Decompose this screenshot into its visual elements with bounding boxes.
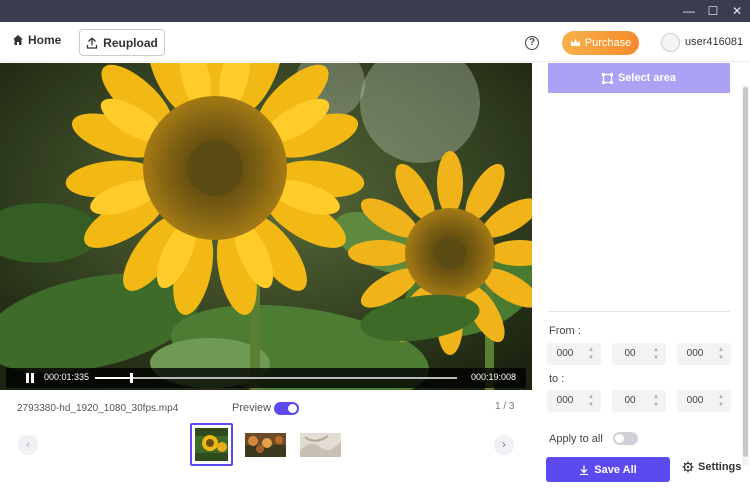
page-indicator: 1 / 3 — [495, 401, 515, 412]
from-seconds-stepper[interactable]: 00 ▲ ▼ — [612, 343, 666, 365]
save-all-label: Save All — [594, 463, 637, 476]
reupload-button[interactable]: Reupload — [79, 29, 165, 56]
gear-icon — [682, 461, 694, 473]
home-label: Home — [28, 33, 62, 47]
stepper-arrows-icon[interactable]: ▲ ▼ — [653, 346, 659, 362]
preview-label: Preview — [232, 402, 272, 414]
thumbnail-sunflower[interactable] — [190, 423, 233, 466]
settings-button[interactable]: Settings — [682, 461, 741, 473]
window-controls: — ☐ ✕ — [682, 0, 744, 22]
thumbnail-flowers[interactable] — [245, 433, 286, 457]
stepper-arrows-icon[interactable]: ▲ ▼ — [588, 393, 594, 409]
window-titlebar: — ☐ ✕ — [0, 0, 750, 22]
from-seconds-value: 00 — [624, 348, 636, 359]
avatar[interactable] — [661, 33, 680, 52]
to-label: to : — [549, 373, 565, 385]
purchase-label: Purchase — [584, 37, 632, 49]
home-icon — [13, 35, 23, 45]
maximize-button[interactable]: ☐ — [706, 0, 720, 22]
to-minutes-stepper[interactable]: 000 ▲ ▼ — [547, 390, 601, 412]
from-minutes-stepper[interactable]: 000 ▲ ▼ — [547, 343, 601, 365]
save-all-button[interactable]: Save All — [546, 457, 670, 482]
upload-icon — [87, 37, 98, 49]
from-label: From : — [549, 325, 581, 337]
playback-controls: 000:01:335 000:19:008 — [6, 368, 526, 388]
from-minutes-value: 000 — [556, 348, 574, 359]
thumbnail-fabric[interactable] — [300, 433, 341, 457]
seek-progress — [95, 377, 132, 379]
prev-arrow-icon[interactable]: ‹ — [18, 435, 38, 455]
file-strip: 2793380-hd_1920_1080_30fps.mp4 Preview 1… — [0, 390, 532, 489]
thumbnail-image — [245, 433, 286, 457]
help-icon[interactable]: ? — [525, 36, 539, 50]
select-area-button[interactable]: Select area — [548, 63, 730, 93]
thumbnail-image — [195, 428, 228, 461]
home-button[interactable]: Home — [12, 33, 61, 47]
stepper-arrows-icon[interactable]: ▲ ▼ — [718, 393, 724, 409]
side-panel: Select area From : 000 ▲ ▼ 00 ▲ ▼ 000 ▲ ▼ to :… — [534, 63, 750, 489]
username-label[interactable]: user416081 — [685, 36, 743, 48]
to-seconds-value: 00 — [624, 395, 636, 406]
total-time: 000:19:008 — [471, 372, 517, 382]
download-icon — [580, 465, 589, 475]
thumbnail-image — [300, 433, 341, 457]
file-name: 2793380-hd_1920_1080_30fps.mp4 — [17, 403, 179, 414]
to-ms-stepper[interactable]: 000 ▲ ▼ — [677, 390, 731, 412]
seek-handle[interactable] — [130, 373, 134, 383]
close-button[interactable]: ✕ — [730, 0, 744, 22]
to-minutes-value: 000 — [556, 395, 574, 406]
scrollbar-thumb[interactable] — [743, 87, 748, 457]
from-ms-stepper[interactable]: 000 ▲ ▼ — [677, 343, 731, 365]
preview-toggle[interactable] — [274, 402, 299, 415]
apply-to-all-label: Apply to all — [549, 433, 603, 445]
stepper-arrows-icon[interactable]: ▲ ▼ — [718, 346, 724, 362]
crown-icon — [570, 39, 580, 46]
video-frame-image — [0, 63, 532, 390]
select-area-label: Select area — [617, 72, 677, 84]
top-toolbar: Home Reupload ? Purchase user416081 — [0, 22, 750, 62]
current-time: 000:01:335 — [44, 372, 90, 382]
to-seconds-stepper[interactable]: 00 ▲ ▼ — [612, 390, 666, 412]
reupload-label: Reupload — [103, 35, 158, 50]
from-ms-value: 000 — [686, 348, 704, 359]
next-arrow-icon[interactable]: › — [494, 435, 514, 455]
apply-to-all-toggle[interactable] — [613, 432, 638, 445]
minimize-button[interactable]: — — [682, 0, 696, 22]
purchase-button[interactable]: Purchase — [562, 31, 639, 55]
stepper-arrows-icon[interactable]: ▲ ▼ — [588, 346, 594, 362]
pause-button[interactable] — [26, 373, 35, 383]
video-preview[interactable]: 000:01:335 000:19:008 — [0, 63, 532, 390]
stepper-arrows-icon[interactable]: ▲ ▼ — [653, 393, 659, 409]
crop-icon — [601, 72, 613, 84]
panel-divider — [548, 311, 730, 312]
side-panel-scrollbar[interactable] — [742, 85, 749, 465]
to-ms-value: 000 — [686, 395, 704, 406]
seek-bar[interactable] — [95, 373, 457, 383]
settings-label: Settings — [698, 461, 742, 473]
